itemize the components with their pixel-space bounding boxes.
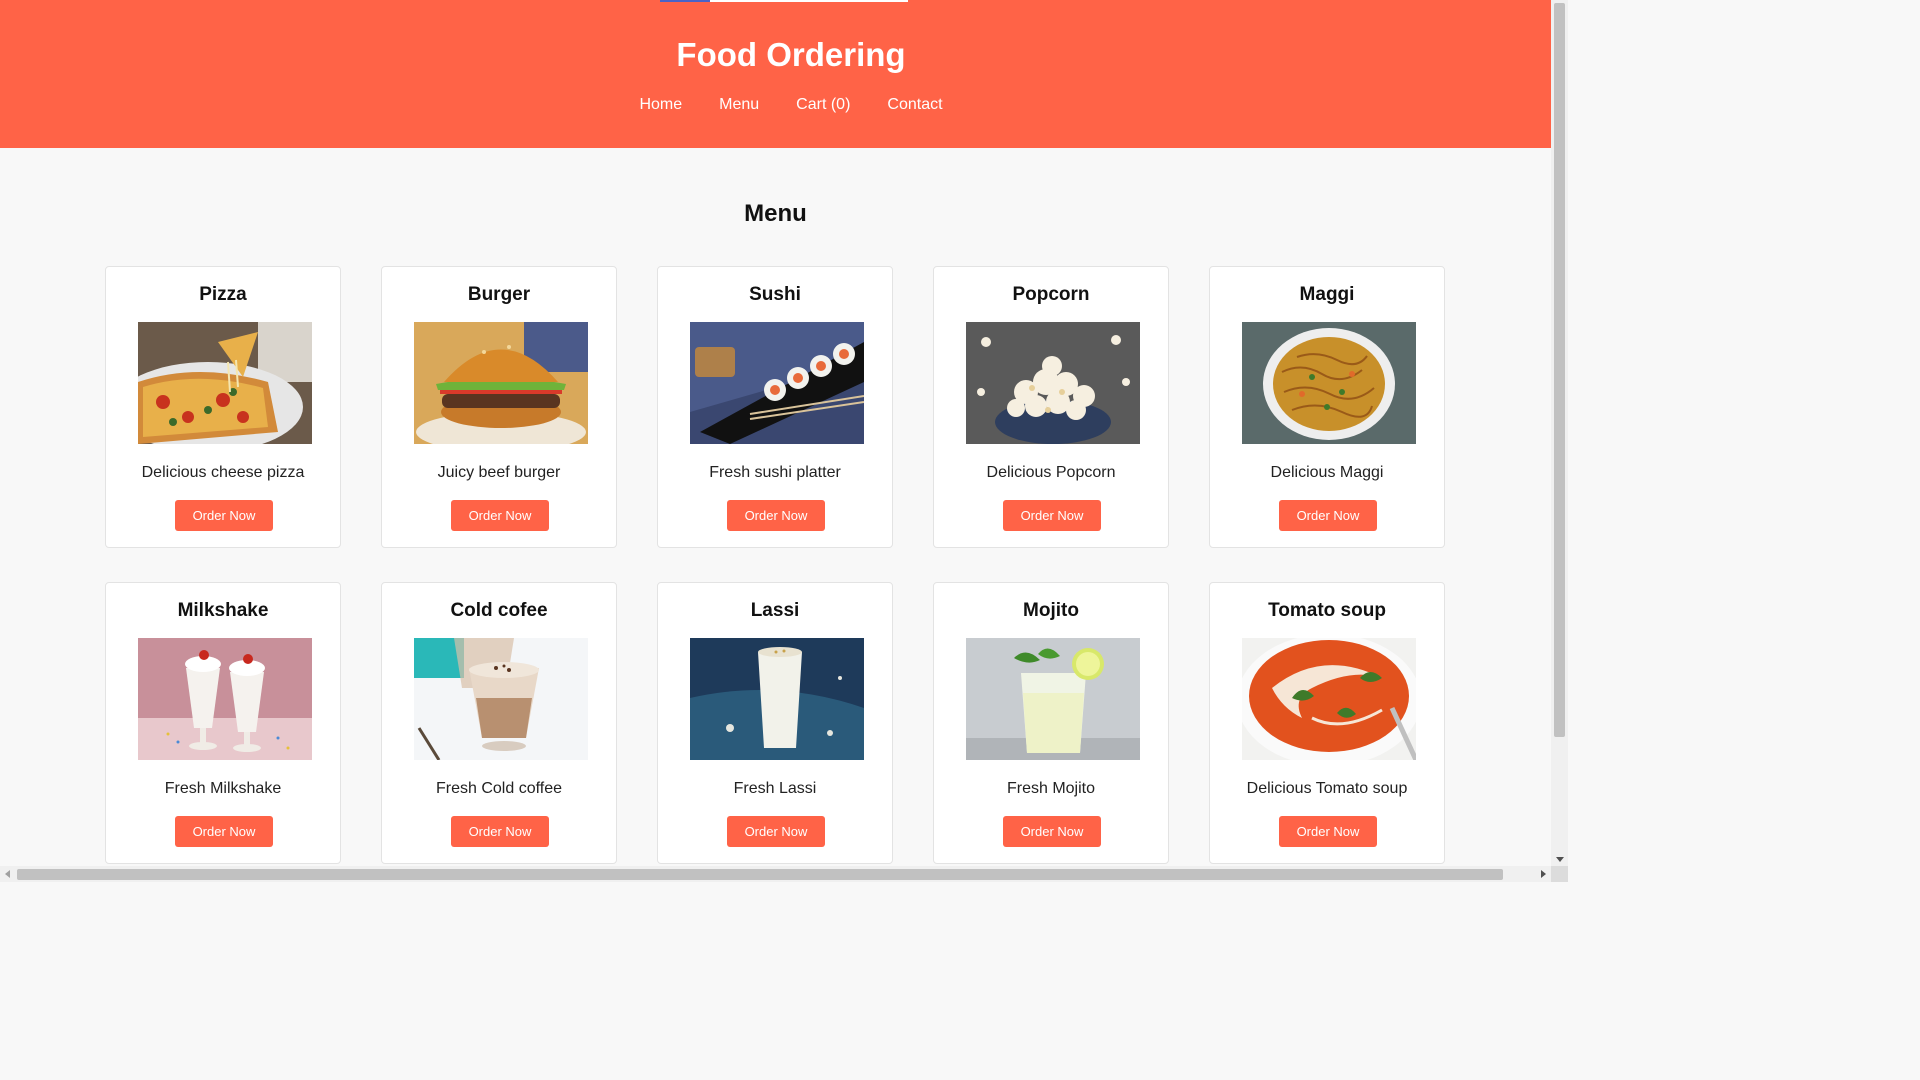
pizza-photo bbox=[138, 322, 312, 444]
maggi-photo bbox=[1242, 322, 1416, 444]
menu-card-cold-coffee: Cold cofee Fresh Cold coffee Order Now bbox=[381, 582, 617, 864]
menu-section-title: Menu bbox=[744, 200, 807, 227]
order-now-button-maggi[interactable]: Order Now bbox=[1279, 500, 1377, 531]
order-now-button-milkshake[interactable]: Order Now bbox=[175, 816, 273, 847]
scroll-left-arrow-icon[interactable] bbox=[5, 870, 10, 878]
popcorn-photo bbox=[966, 322, 1140, 444]
main-nav: Home Menu Cart (0) Contact bbox=[0, 96, 1582, 114]
order-now-button-sushi[interactable]: Order Now bbox=[727, 500, 825, 531]
tomato-soup-photo bbox=[1242, 638, 1416, 760]
order-now-button-pizza[interactable]: Order Now bbox=[175, 500, 273, 531]
scroll-right-arrow-icon[interactable] bbox=[1541, 870, 1546, 878]
vertical-scrollbar-thumb[interactable] bbox=[1554, 3, 1565, 737]
order-now-button-burger[interactable]: Order Now bbox=[451, 500, 549, 531]
menu-item-name: Mojito bbox=[1023, 600, 1079, 621]
mojito-photo bbox=[966, 638, 1140, 760]
header-top-accent bbox=[660, 0, 908, 2]
menu-card-lassi: Lassi Fresh Lassi Order Now bbox=[657, 582, 893, 864]
horizontal-scrollbar[interactable] bbox=[0, 866, 1551, 882]
site-header: Food Ordering Home Menu Cart (0) Contact bbox=[0, 0, 1551, 148]
vertical-scrollbar[interactable] bbox=[1551, 0, 1568, 866]
menu-card-maggi: Maggi Delicious Maggi Order Now bbox=[1209, 266, 1445, 548]
nav-cart-link[interactable]: Cart (0) bbox=[796, 96, 850, 114]
scrollbar-corner bbox=[1551, 866, 1568, 882]
sushi-photo bbox=[690, 322, 864, 444]
menu-item-description: Delicious Popcorn bbox=[986, 464, 1116, 481]
menu-item-name: Maggi bbox=[1299, 284, 1355, 305]
lassi-photo bbox=[690, 638, 864, 760]
menu-item-description: Delicious Maggi bbox=[1270, 464, 1384, 481]
nav-contact-link[interactable]: Contact bbox=[887, 96, 942, 114]
menu-item-name: Pizza bbox=[199, 284, 247, 305]
menu-item-description: Juicy beef burger bbox=[437, 464, 561, 481]
menu-item-description: Delicious Tomato soup bbox=[1246, 780, 1408, 797]
menu-item-name: Milkshake bbox=[177, 600, 269, 621]
order-now-button-popcorn[interactable]: Order Now bbox=[1003, 500, 1101, 531]
cold-coffee-photo bbox=[414, 638, 588, 760]
order-now-button-cold-coffee[interactable]: Order Now bbox=[451, 816, 549, 847]
burger-photo bbox=[414, 322, 588, 444]
menu-item-description: Fresh Milkshake bbox=[164, 780, 282, 797]
scroll-down-arrow-icon[interactable] bbox=[1556, 857, 1564, 862]
order-now-button-tomato-soup[interactable]: Order Now bbox=[1279, 816, 1377, 847]
nav-menu-link[interactable]: Menu bbox=[719, 96, 759, 114]
menu-card-burger: Burger Juicy beef burger Order Now bbox=[381, 266, 617, 548]
menu-item-name: Lassi bbox=[750, 600, 800, 621]
menu-item-name: Tomato soup bbox=[1268, 600, 1386, 621]
menu-card-mojito: Mojito Fresh Mojito Order Now bbox=[933, 582, 1169, 864]
menu-item-name: Burger bbox=[467, 284, 531, 305]
milkshake-photo bbox=[138, 638, 312, 760]
menu-card-pizza: Pizza Delicious cheese pizza Order Now bbox=[105, 266, 341, 548]
menu-item-description: Fresh Lassi bbox=[733, 780, 817, 797]
menu-card-popcorn: Popcorn Delicious Popcorn Order Now bbox=[933, 266, 1169, 548]
menu-item-name: Popcorn bbox=[1012, 284, 1090, 305]
menu-item-name: Cold cofee bbox=[450, 600, 548, 621]
menu-card-tomato-soup: Tomato soup Delicious Tomato soup Order … bbox=[1209, 582, 1445, 864]
horizontal-scrollbar-thumb[interactable] bbox=[17, 869, 1503, 880]
menu-item-description: Fresh Mojito bbox=[1006, 780, 1096, 797]
menu-grid: Pizza Delicious cheese pizza Order Now B… bbox=[105, 266, 1447, 864]
menu-card-milkshake: Milkshake Fresh Milkshake Order Now bbox=[105, 582, 341, 864]
menu-card-sushi: Sushi Fresh sushi platter Order Now bbox=[657, 266, 893, 548]
menu-item-description: Fresh Cold coffee bbox=[436, 780, 562, 797]
menu-item-description: Fresh sushi platter bbox=[709, 464, 841, 481]
order-now-button-mojito[interactable]: Order Now bbox=[1003, 816, 1101, 847]
site-title: Food Ordering bbox=[676, 36, 906, 73]
menu-item-name: Sushi bbox=[749, 284, 801, 305]
order-now-button-lassi[interactable]: Order Now bbox=[727, 816, 825, 847]
menu-item-description: Delicious cheese pizza bbox=[141, 464, 305, 481]
nav-home-link[interactable]: Home bbox=[639, 96, 682, 114]
